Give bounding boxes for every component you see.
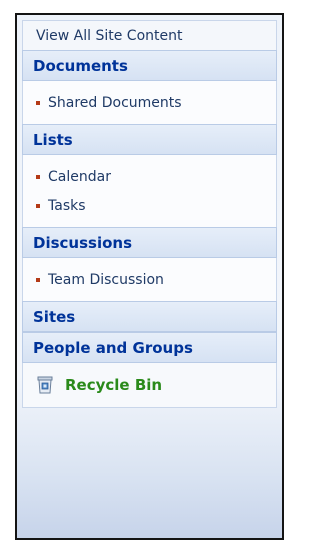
- section-header-label: Discussions: [33, 233, 133, 252]
- nav-item-team-discussion[interactable]: Team Discussion: [23, 265, 276, 294]
- recycle-bin-icon: [37, 376, 53, 394]
- section-header-discussions[interactable]: Discussions: [22, 227, 277, 258]
- bullet-icon: [36, 100, 40, 105]
- bullet-icon: [36, 174, 40, 179]
- section-items-documents: Shared Documents: [22, 81, 277, 124]
- section-header-documents[interactable]: Documents: [22, 50, 277, 81]
- section-header-sites[interactable]: Sites: [22, 301, 277, 332]
- bullet-icon: [36, 203, 40, 208]
- bullet-icon: [36, 277, 40, 282]
- section-header-label: Sites: [33, 307, 76, 326]
- nav-item-calendar[interactable]: Calendar: [23, 162, 276, 191]
- quick-launch-panel: View All Site Content Documents Shared D…: [15, 13, 284, 540]
- view-all-site-content-link[interactable]: View All Site Content: [22, 20, 277, 50]
- recycle-bin-link[interactable]: Recycle Bin: [22, 363, 277, 408]
- section-items-discussions: Team Discussion: [22, 258, 277, 301]
- recycle-bin-label: Recycle Bin: [65, 376, 163, 394]
- section-header-label: Lists: [33, 130, 73, 149]
- section-header-lists[interactable]: Lists: [22, 124, 277, 155]
- section-header-label: Documents: [33, 56, 128, 75]
- quick-launch-content: View All Site Content Documents Shared D…: [22, 20, 277, 538]
- view-all-site-content-label: View All Site Content: [36, 27, 183, 44]
- nav-item-label: Shared Documents: [48, 94, 182, 111]
- nav-item-label: Tasks: [48, 197, 86, 214]
- nav-item-label: Calendar: [48, 168, 111, 185]
- section-header-label: People and Groups: [33, 338, 193, 357]
- section-items-lists: Calendar Tasks: [22, 155, 277, 227]
- nav-item-shared-documents[interactable]: Shared Documents: [23, 88, 276, 117]
- nav-item-tasks[interactable]: Tasks: [23, 191, 276, 220]
- section-header-people-and-groups[interactable]: People and Groups: [22, 332, 277, 363]
- nav-item-label: Team Discussion: [48, 271, 164, 288]
